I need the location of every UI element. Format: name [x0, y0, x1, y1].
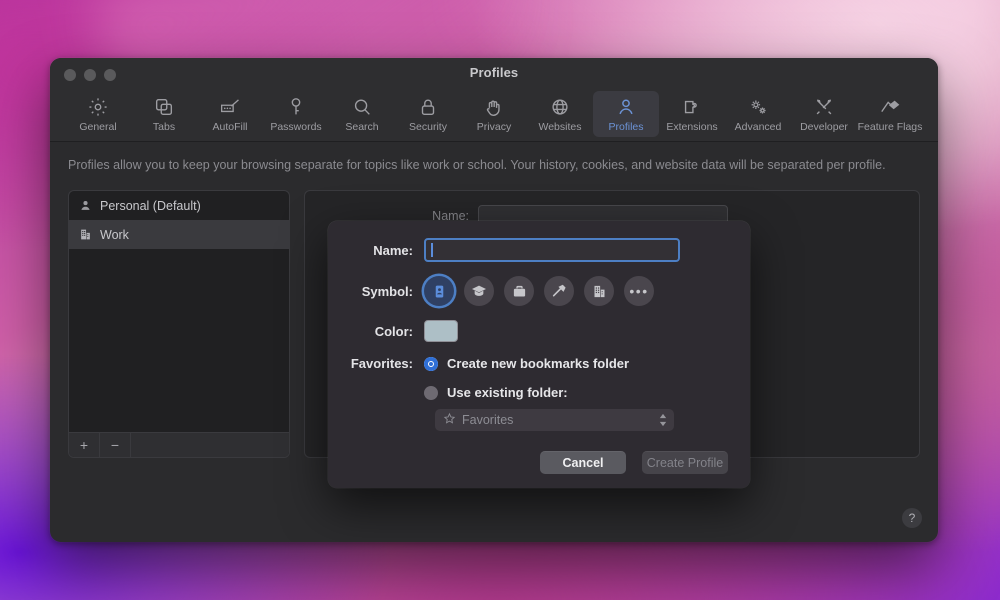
tab-autofill[interactable]: AutoFill [197, 91, 263, 137]
list-item-work[interactable]: Work [69, 220, 289, 250]
list-item-personal[interactable]: Personal (Default) [69, 191, 289, 220]
profiles-list-rows: Personal (Default) Work [69, 191, 289, 432]
sheet-symbol-options: ••• [424, 276, 654, 306]
radio-create-new-folder-label: Create new bookmarks folder [447, 356, 630, 371]
star-icon [443, 412, 456, 428]
radio-create-new-folder[interactable]: Create new bookmarks folder [424, 356, 629, 371]
tab-autofill-label: AutoFill [212, 121, 248, 133]
tab-profiles[interactable]: Profiles [593, 91, 659, 137]
profiles-list-footer: + − [69, 432, 289, 458]
radio-use-existing-folder[interactable]: Use existing folder: [424, 385, 568, 400]
radio-use-existing-folder-label: Use existing folder: [447, 385, 568, 400]
color-swatch-button[interactable] [424, 320, 458, 342]
settings-window: Profiles General Tabs AutoFill Passwords [50, 58, 938, 542]
tab-profiles-label: Profiles [608, 121, 644, 133]
tab-security[interactable]: Security [395, 91, 461, 137]
create-profile-button[interactable]: Create Profile [642, 451, 728, 474]
tab-websites-label: Websites [538, 121, 582, 133]
gears-icon [747, 95, 770, 118]
tab-passwords-label: Passwords [270, 121, 322, 133]
add-profile-button[interactable]: + [69, 433, 100, 458]
tab-search[interactable]: Search [329, 91, 395, 137]
sheet-button-row: Cancel Create Profile [350, 451, 728, 474]
sheet-favorites-row: Favorites: Create new bookmarks folder [350, 356, 728, 371]
tab-privacy[interactable]: Privacy [461, 91, 527, 137]
tab-feature-flags-label: Feature Flags [857, 121, 923, 133]
tab-passwords[interactable]: Passwords [263, 91, 329, 137]
tab-advanced-label: Advanced [734, 121, 782, 133]
tools-icon [813, 95, 835, 118]
sheet-name-label: Name: [373, 242, 413, 258]
magnifier-icon [351, 95, 373, 118]
radio-button [424, 385, 438, 400]
puzzle-icon [681, 95, 703, 118]
sheet-favorites-label: Favorites: [350, 356, 413, 371]
chevron-updown-icon [658, 413, 668, 428]
person-icon [78, 199, 92, 212]
tab-tabs-label: Tabs [152, 121, 176, 133]
tab-extensions[interactable]: Extensions [659, 91, 725, 137]
tab-general-label: General [79, 121, 117, 133]
building-icon [78, 228, 92, 241]
text-caret [431, 243, 433, 257]
cancel-button[interactable]: Cancel [540, 451, 626, 474]
sheet-symbol-more[interactable]: ••• [624, 276, 654, 306]
tab-developer-label: Developer [800, 121, 848, 133]
tab-feature-flags[interactable]: Feature Flags [857, 91, 923, 137]
help-button[interactable]: ? [902, 508, 922, 528]
tab-search-label: Search [345, 121, 379, 133]
person-icon [615, 95, 637, 118]
sheet-symbol-label: Symbol: [361, 283, 413, 299]
list-item-label: Personal (Default) [100, 198, 201, 213]
sheet-symbol-row: Symbol: ••• [350, 276, 728, 306]
sheet-name-row: Name: [350, 238, 728, 262]
tab-extensions-label: Extensions [666, 121, 718, 133]
sheet-symbol-briefcase[interactable] [504, 276, 534, 306]
preferences-toolbar: General Tabs AutoFill Passwords Search S [50, 91, 938, 137]
tab-security-label: Security [409, 121, 447, 133]
sheet-color-label: Color: [374, 323, 413, 339]
flags-icon [878, 95, 902, 118]
sheet-symbol-id-card[interactable] [424, 276, 454, 306]
existing-folder-popup[interactable]: Favorites [435, 409, 674, 431]
sheet-symbol-hammer[interactable] [544, 276, 574, 306]
tab-privacy-label: Privacy [476, 121, 512, 133]
hand-icon [483, 95, 505, 118]
gear-icon [87, 95, 109, 118]
radio-button [424, 356, 438, 371]
existing-folder-value: Favorites [462, 413, 514, 427]
window-titlebar: Profiles General Tabs AutoFill Passwords [50, 58, 938, 142]
list-item-label: Work [100, 227, 129, 242]
profiles-list: Personal (Default) Work + − [68, 190, 290, 459]
sheet-existing-row: Use existing folder: [350, 385, 728, 400]
tab-general[interactable]: General [65, 91, 131, 137]
remove-profile-button[interactable]: − [100, 433, 131, 458]
tab-websites[interactable]: Websites [527, 91, 593, 137]
tab-tabs[interactable]: Tabs [131, 91, 197, 137]
key-icon [285, 95, 307, 118]
sheet-symbol-graduation-cap[interactable] [464, 276, 494, 306]
sheet-name-input[interactable] [424, 238, 680, 262]
tab-developer[interactable]: Developer [791, 91, 857, 137]
sheet-color-row: Color: [350, 320, 728, 342]
globe-icon [549, 95, 571, 118]
window-title: Profiles [469, 65, 519, 80]
profiles-description: Profiles allow you to keep your browsing… [68, 158, 886, 172]
tabs-icon [153, 95, 175, 118]
create-profile-sheet: Name: Symbol: ••• Color: Favorites: Crea… [328, 221, 750, 488]
tab-advanced[interactable]: Advanced [725, 91, 791, 137]
autofill-icon [219, 95, 242, 118]
lock-icon [417, 95, 439, 118]
sheet-symbol-building[interactable] [584, 276, 614, 306]
